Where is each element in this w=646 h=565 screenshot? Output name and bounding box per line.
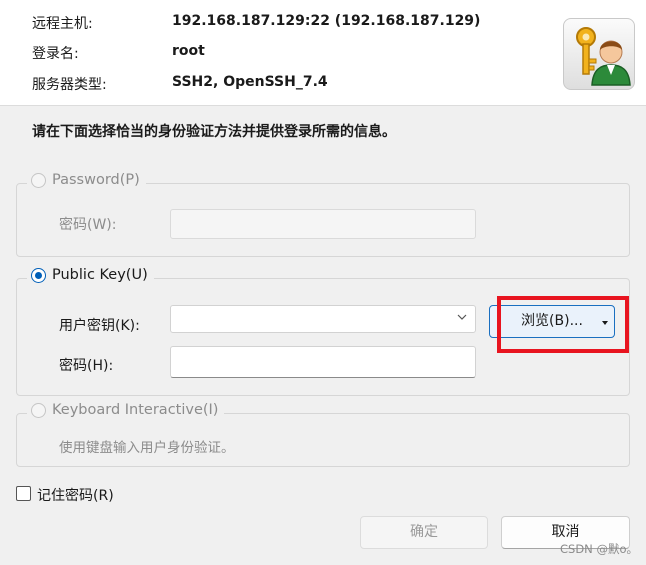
watermark: CSDN @默o。 — [560, 542, 638, 556]
login-value: root — [172, 43, 205, 59]
keyboard-interactive-label: Keyboard Interactive(I) — [52, 402, 219, 418]
connection-info-header: 远程主机: 192.168.187.129:22 (192.168.187.12… — [0, 0, 646, 106]
host-value: 192.168.187.129:22 (192.168.187.129) — [172, 13, 481, 29]
password-method-label: Password(P) — [52, 172, 140, 188]
host-label: 远程主机: — [32, 16, 93, 32]
passphrase-label: 密码(H): — [59, 358, 114, 374]
login-label: 登录名: — [32, 46, 79, 62]
remember-password-checkbox[interactable] — [16, 486, 31, 501]
keyboard-interactive-radio[interactable] — [31, 402, 46, 418]
password-radio[interactable] — [31, 172, 46, 188]
ok-button-label: 确定 — [410, 524, 438, 540]
ok-button[interactable]: 确定 — [360, 516, 488, 549]
server-type-value: SSH2, OpenSSH_7.4 — [172, 74, 328, 90]
remember-password-label: 记住密码(R) — [37, 488, 114, 504]
password-field[interactable] — [170, 209, 476, 239]
password-method-option[interactable]: Password(P) — [27, 172, 146, 188]
user-key-icon — [563, 18, 635, 90]
passphrase-field[interactable] — [170, 346, 476, 378]
public-key-method-option[interactable]: Public Key(U) — [27, 267, 154, 283]
server-type-label: 服务器类型: — [32, 77, 107, 93]
user-key-label: 用户密钥(K): — [59, 318, 140, 334]
highlight-annotation — [497, 296, 629, 353]
user-key-combobox[interactable] — [170, 305, 476, 333]
password-field-label: 密码(W): — [59, 217, 117, 233]
keyboard-interactive-option[interactable]: Keyboard Interactive(I) — [27, 402, 225, 418]
public-key-method-label: Public Key(U) — [52, 267, 148, 283]
instruction-text: 请在下面选择恰当的身份验证方法并提供登录所需的信息。 — [32, 124, 396, 140]
chevron-down-icon[interactable] — [457, 312, 467, 322]
public-key-radio[interactable] — [31, 267, 46, 283]
keyboard-interactive-description: 使用键盘输入用户身份验证。 — [59, 440, 235, 456]
cancel-button-label: 取消 — [551, 524, 580, 540]
